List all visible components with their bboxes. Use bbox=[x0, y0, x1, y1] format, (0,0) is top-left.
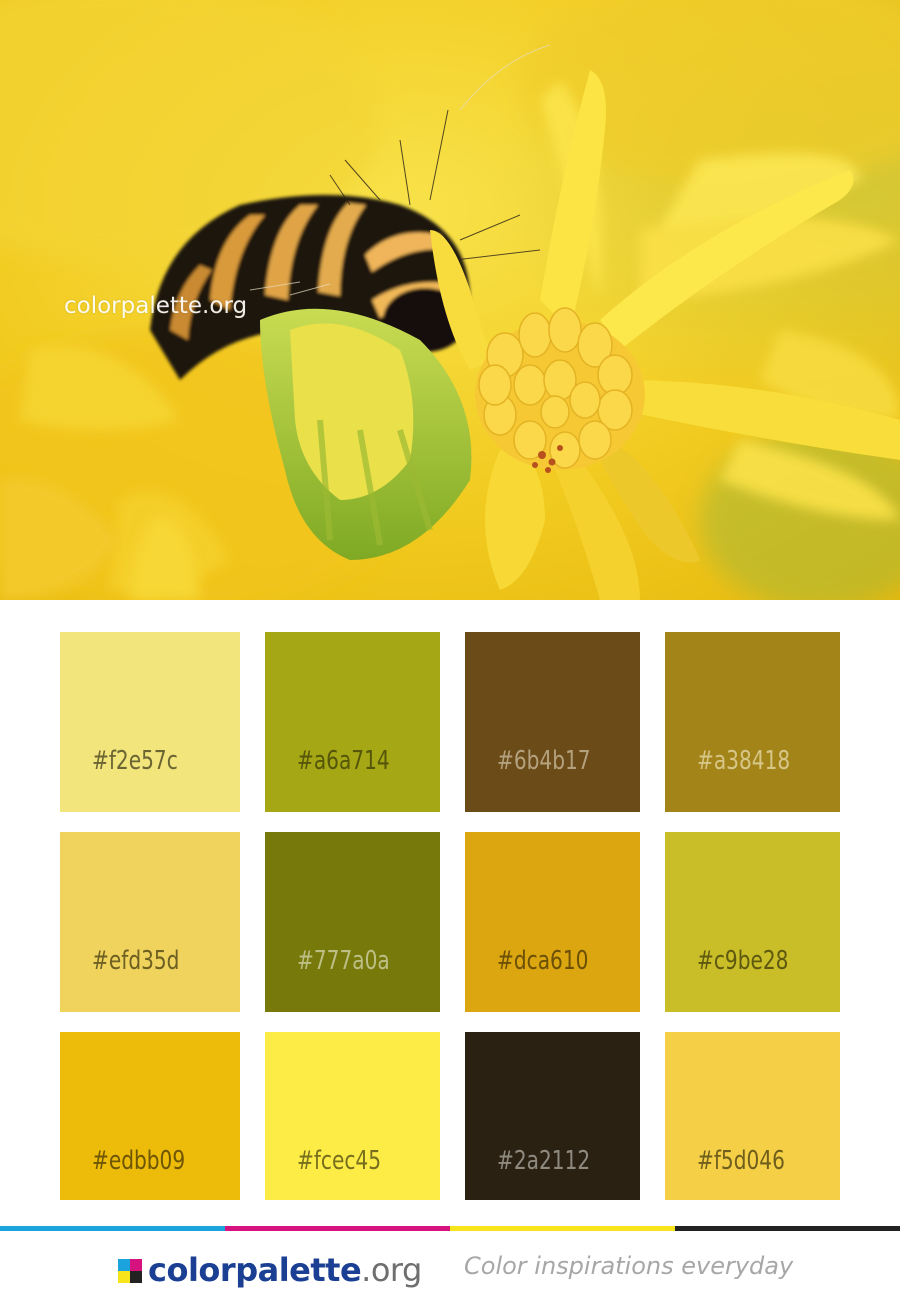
swatch-hex-label: #f5d046 bbox=[697, 1146, 785, 1176]
swatch-hex-label: #a6a714 bbox=[297, 746, 390, 776]
stripe-segment bbox=[675, 1226, 900, 1231]
swatch-hex-label: #6b4b17 bbox=[497, 746, 591, 776]
swatch[interactable]: #edbb09 bbox=[60, 1032, 240, 1200]
logo-name: colorpalette bbox=[148, 1251, 362, 1289]
swatch[interactable]: #c9be28 bbox=[665, 832, 840, 1012]
swatch[interactable]: #dca610 bbox=[465, 832, 640, 1012]
logo-square bbox=[130, 1271, 142, 1283]
logo-squares-icon bbox=[118, 1259, 142, 1283]
logo-square bbox=[118, 1259, 130, 1271]
swatch-hex-label: #efd35d bbox=[92, 946, 180, 976]
swatch[interactable]: #fcec45 bbox=[265, 1032, 440, 1200]
swatch-hex-label: #dca610 bbox=[497, 946, 589, 976]
swatch[interactable]: #6b4b17 bbox=[465, 632, 640, 812]
swatch-hex-label: #c9be28 bbox=[697, 946, 789, 976]
watermark-text: colorpalette.org bbox=[64, 293, 248, 319]
swatch-hex-label: #edbb09 bbox=[92, 1146, 186, 1176]
swatch[interactable]: #777a0a bbox=[265, 832, 440, 1012]
stripe-segment bbox=[0, 1226, 225, 1231]
logo-square bbox=[118, 1271, 130, 1283]
tagline: Color inspirations everyday bbox=[464, 1252, 794, 1280]
swatch-hex-label: #2a2112 bbox=[497, 1146, 591, 1176]
palette-photo: colorpalette.org bbox=[0, 0, 900, 600]
swatch[interactable]: #a6a714 bbox=[265, 632, 440, 812]
swatch-hex-label: #f2e57c bbox=[92, 746, 178, 776]
stripe-segment bbox=[225, 1226, 450, 1231]
logo-tld: .org bbox=[361, 1251, 422, 1289]
swatch[interactable]: #efd35d bbox=[60, 832, 240, 1012]
stripe-segment bbox=[450, 1226, 675, 1231]
swatch-hex-label: #fcec45 bbox=[297, 1146, 382, 1176]
swatch[interactable]: #f2e57c bbox=[60, 632, 240, 812]
swatch-hex-label: #a38418 bbox=[697, 746, 791, 776]
swatch-hex-label: #777a0a bbox=[297, 946, 390, 976]
footer-logo[interactable]: colorpalette .org bbox=[118, 1250, 422, 1290]
swatch[interactable]: #f5d046 bbox=[665, 1032, 840, 1200]
swatch[interactable]: #2a2112 bbox=[465, 1032, 640, 1200]
logo-square bbox=[130, 1259, 142, 1271]
swatch[interactable]: #a38418 bbox=[665, 632, 840, 812]
